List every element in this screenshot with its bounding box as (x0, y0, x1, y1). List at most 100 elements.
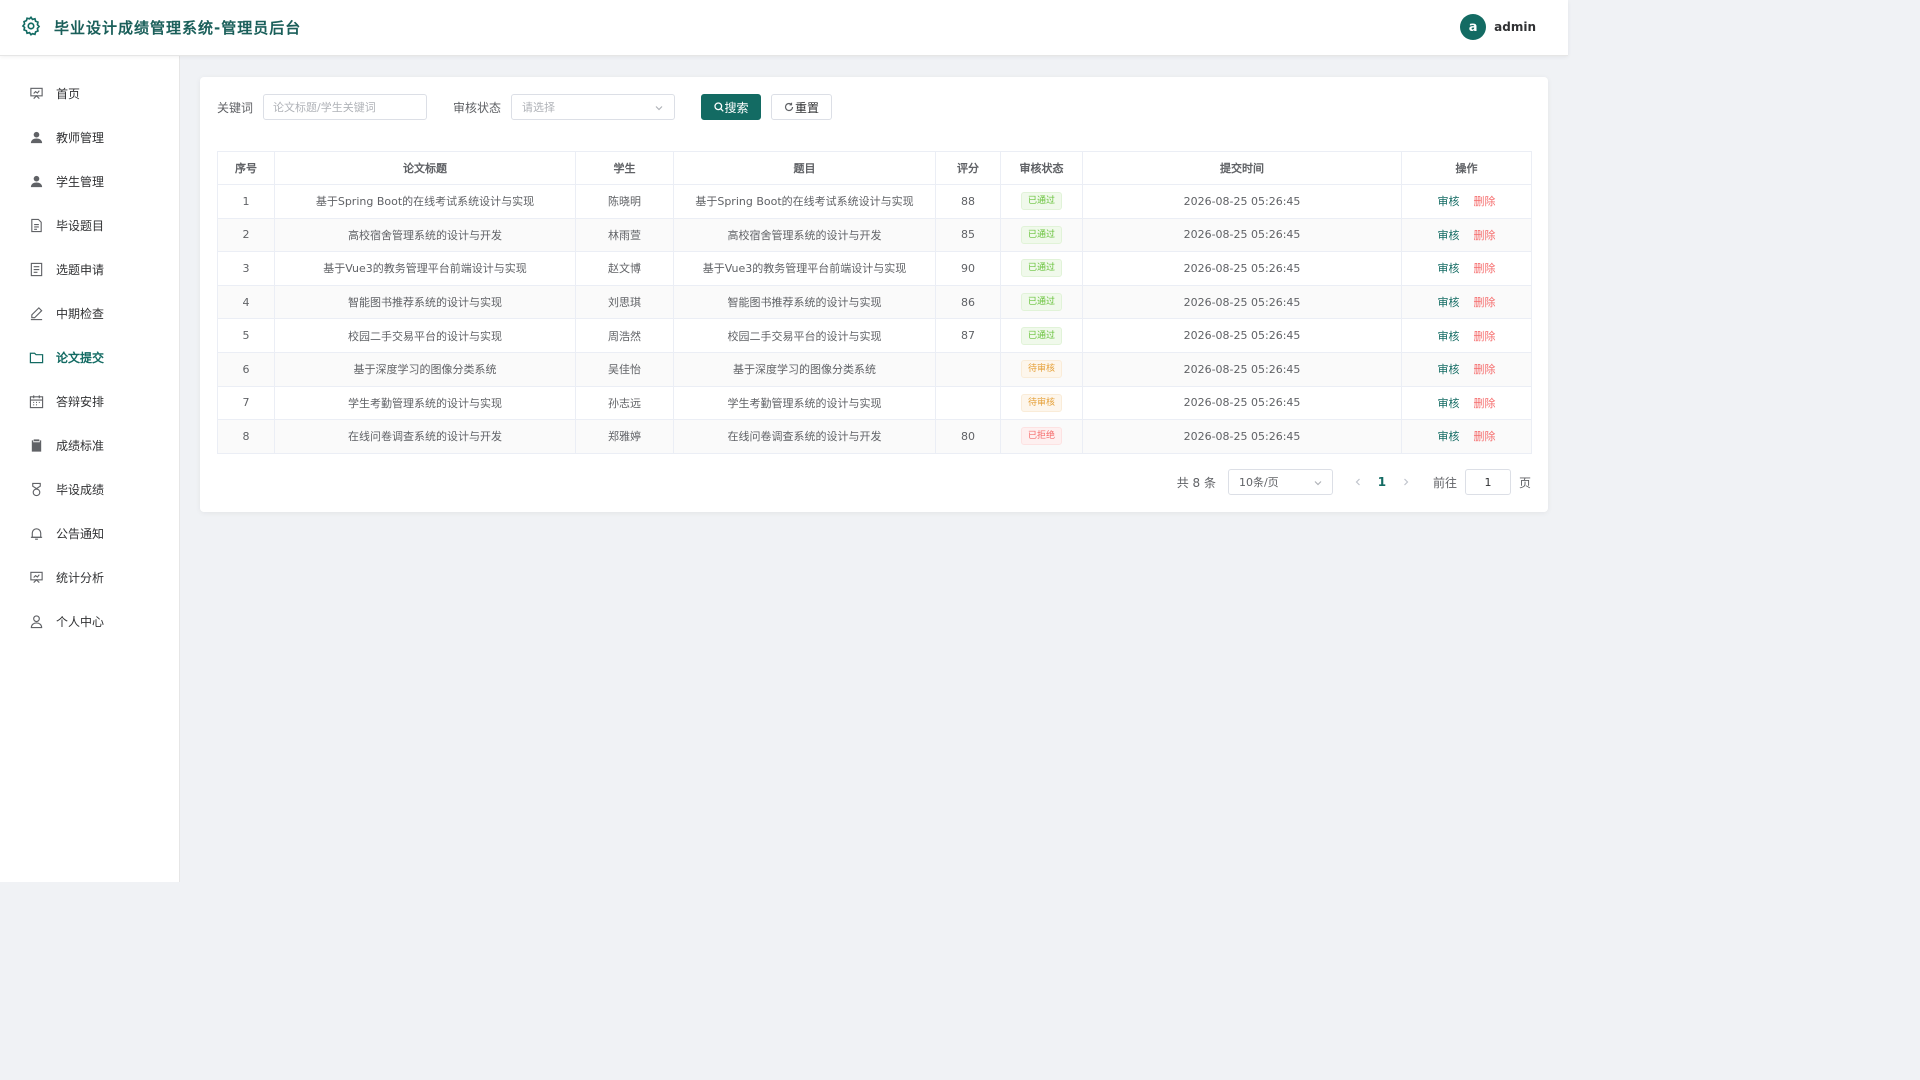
column-header-title: 论文标题 (274, 151, 576, 185)
cell-status: 待审核 (1000, 385, 1083, 421)
keyword-input[interactable] (263, 94, 428, 120)
table-row: 7 学生考勤管理系统的设计与实现 孙志远 学生考勤管理系统的设计与实现 待审核 … (217, 385, 1532, 421)
review-button[interactable]: 审核 (1438, 430, 1460, 443)
cell-topic: 基于Vue3的教务管理平台前端设计与实现 (673, 251, 936, 286)
thesis-table: 序号 论文标题 学生 题目 评分 审核状态 提交时间 操作 1 基于Spring… (217, 151, 1532, 454)
delete-button[interactable]: 删除 (1474, 296, 1496, 309)
cell-score: 86 (935, 284, 1001, 320)
status-label: 审核状态 (453, 100, 502, 115)
cell-actions: 审核 删除 (1401, 251, 1532, 286)
cell-score: 87 (935, 318, 1001, 353)
column-header-topic: 题目 (673, 151, 936, 185)
cell-actions: 审核 删除 (1401, 184, 1532, 219)
sidebar-item-midterm[interactable]: 中期检查 (0, 291, 179, 335)
delete-button[interactable]: 删除 (1474, 330, 1496, 343)
status-badge: 已通过 (1020, 192, 1062, 211)
sidebar-item-thesis-submission[interactable]: 论文提交 (0, 335, 179, 379)
sidebar-item-students[interactable]: 学生管理 (0, 159, 179, 203)
review-button[interactable]: 审核 (1438, 195, 1460, 208)
dashboard-icon (28, 85, 44, 101)
cell-topic: 智能图书推荐系统的设计与实现 (673, 284, 936, 320)
cell-index: 6 (217, 351, 275, 387)
cell-time: 2026-08-25 05:26:45 (1082, 318, 1402, 353)
sidebar-item-label: 学生管理 (56, 174, 105, 189)
status-badge: 已通过 (1020, 225, 1062, 244)
cell-status: 已通过 (1000, 318, 1083, 353)
review-button[interactable]: 审核 (1438, 363, 1460, 376)
next-page-button[interactable] (1397, 473, 1415, 491)
cell-index: 2 (217, 217, 275, 253)
cell-status: 待审核 (1000, 351, 1083, 387)
delete-button[interactable]: 删除 (1474, 397, 1496, 410)
cell-title: 校园二手交易平台的设计与实现 (274, 318, 576, 353)
sidebar-item-announcements[interactable]: 公告通知 (0, 511, 179, 555)
cell-score (935, 351, 1001, 387)
keyword-label: 关键词 (217, 100, 254, 115)
sidebar-item-defense[interactable]: 答辩安排 (0, 379, 179, 423)
review-button[interactable]: 审核 (1438, 330, 1460, 343)
sidebar-item-grading-standards[interactable]: 成绩标准 (0, 423, 179, 467)
sidebar-item-label: 成绩标准 (56, 438, 105, 453)
cell-title: 基于Vue3的教务管理平台前端设计与实现 (274, 251, 576, 286)
cell-actions: 审核 删除 (1401, 217, 1532, 253)
cell-student: 周浩然 (575, 318, 674, 353)
page-size-select[interactable]: 10条/页 (1227, 469, 1333, 495)
table-row: 4 智能图书推荐系统的设计与实现 刘思琪 智能图书推荐系统的设计与实现 86 已… (217, 284, 1532, 320)
review-button[interactable]: 审核 (1438, 262, 1460, 275)
cell-title: 高校宿舍管理系统的设计与开发 (274, 217, 576, 253)
cell-score (935, 385, 1001, 421)
sidebar-item-label: 论文提交 (56, 350, 105, 365)
page-suffix: 页 (1518, 475, 1531, 490)
sidebar-item-label: 教师管理 (56, 130, 105, 145)
column-header-time: 提交时间 (1082, 151, 1402, 185)
cell-index: 1 (217, 184, 275, 219)
sidebar-item-label: 中期检查 (56, 306, 105, 321)
review-button[interactable]: 审核 (1438, 296, 1460, 309)
username[interactable]: admin (1494, 20, 1536, 34)
reset-button[interactable]: 重置 (771, 94, 833, 120)
avatar[interactable]: a (1460, 14, 1487, 40)
prev-page-button[interactable] (1349, 473, 1367, 491)
delete-button[interactable]: 删除 (1474, 363, 1496, 376)
sidebar-item-home[interactable]: 首页 (0, 71, 179, 115)
cell-student: 郑雅婷 (575, 419, 674, 454)
delete-button[interactable]: 删除 (1474, 195, 1496, 208)
search-button[interactable]: 搜索 (701, 94, 762, 120)
table-row: 2 高校宿舍管理系统的设计与开发 林雨萱 高校宿舍管理系统的设计与开发 85 已… (217, 217, 1532, 253)
user-menu[interactable]: a admin (1460, 14, 1536, 40)
delete-button[interactable]: 删除 (1474, 229, 1496, 242)
review-button[interactable]: 审核 (1438, 229, 1460, 242)
sidebar-item-grades[interactable]: 毕设成绩 (0, 467, 179, 511)
cell-actions: 审核 删除 (1401, 318, 1532, 353)
cell-topic: 学生考勤管理系统的设计与实现 (673, 385, 936, 421)
sidebar-item-topics[interactable]: 毕设题目 (0, 203, 179, 247)
cell-title: 智能图书推荐系统的设计与实现 (274, 284, 576, 320)
chevron-down-icon (655, 106, 663, 111)
sidebar-item-teachers[interactable]: 教师管理 (0, 115, 179, 159)
table-row: 3 基于Vue3的教务管理平台前端设计与实现 赵文博 基于Vue3的教务管理平台… (217, 251, 1532, 286)
page-number[interactable]: 1 (1371, 475, 1393, 489)
logo: 毕业设计成绩管理系统-管理员后台 (20, 15, 301, 40)
cell-student: 孙志远 (575, 385, 674, 421)
goto-page-input[interactable] (1464, 469, 1511, 495)
cell-status: 已通过 (1000, 251, 1083, 286)
sidebar-item-applications[interactable]: 选题申请 (0, 247, 179, 291)
sidebar-item-label: 首页 (56, 86, 81, 101)
delete-button[interactable]: 删除 (1474, 262, 1496, 275)
chevron-down-icon (1314, 481, 1322, 486)
sidebar-item-label: 答辩安排 (56, 394, 105, 409)
cell-student: 刘思琪 (575, 284, 674, 320)
cell-actions: 审核 删除 (1401, 351, 1532, 387)
sidebar-item-statistics[interactable]: 统计分析 (0, 555, 179, 599)
review-button[interactable]: 审核 (1438, 397, 1460, 410)
sidebar-item-label: 选题申请 (56, 262, 105, 277)
sidebar-item-profile[interactable]: 个人中心 (0, 599, 179, 643)
cell-student: 陈晓明 (575, 184, 674, 219)
cell-title: 基于深度学习的图像分类系统 (274, 351, 576, 387)
delete-button[interactable]: 删除 (1474, 430, 1496, 443)
cell-actions: 审核 删除 (1401, 385, 1532, 421)
status-select[interactable]: 请选择 (511, 94, 676, 120)
cell-status: 已拒绝 (1000, 419, 1083, 454)
content-card: 关键词 审核状态 请选择 搜索 重置 序号 论文标题 学生 题目 评分 审核 (200, 77, 1548, 512)
document-icon (28, 217, 44, 233)
